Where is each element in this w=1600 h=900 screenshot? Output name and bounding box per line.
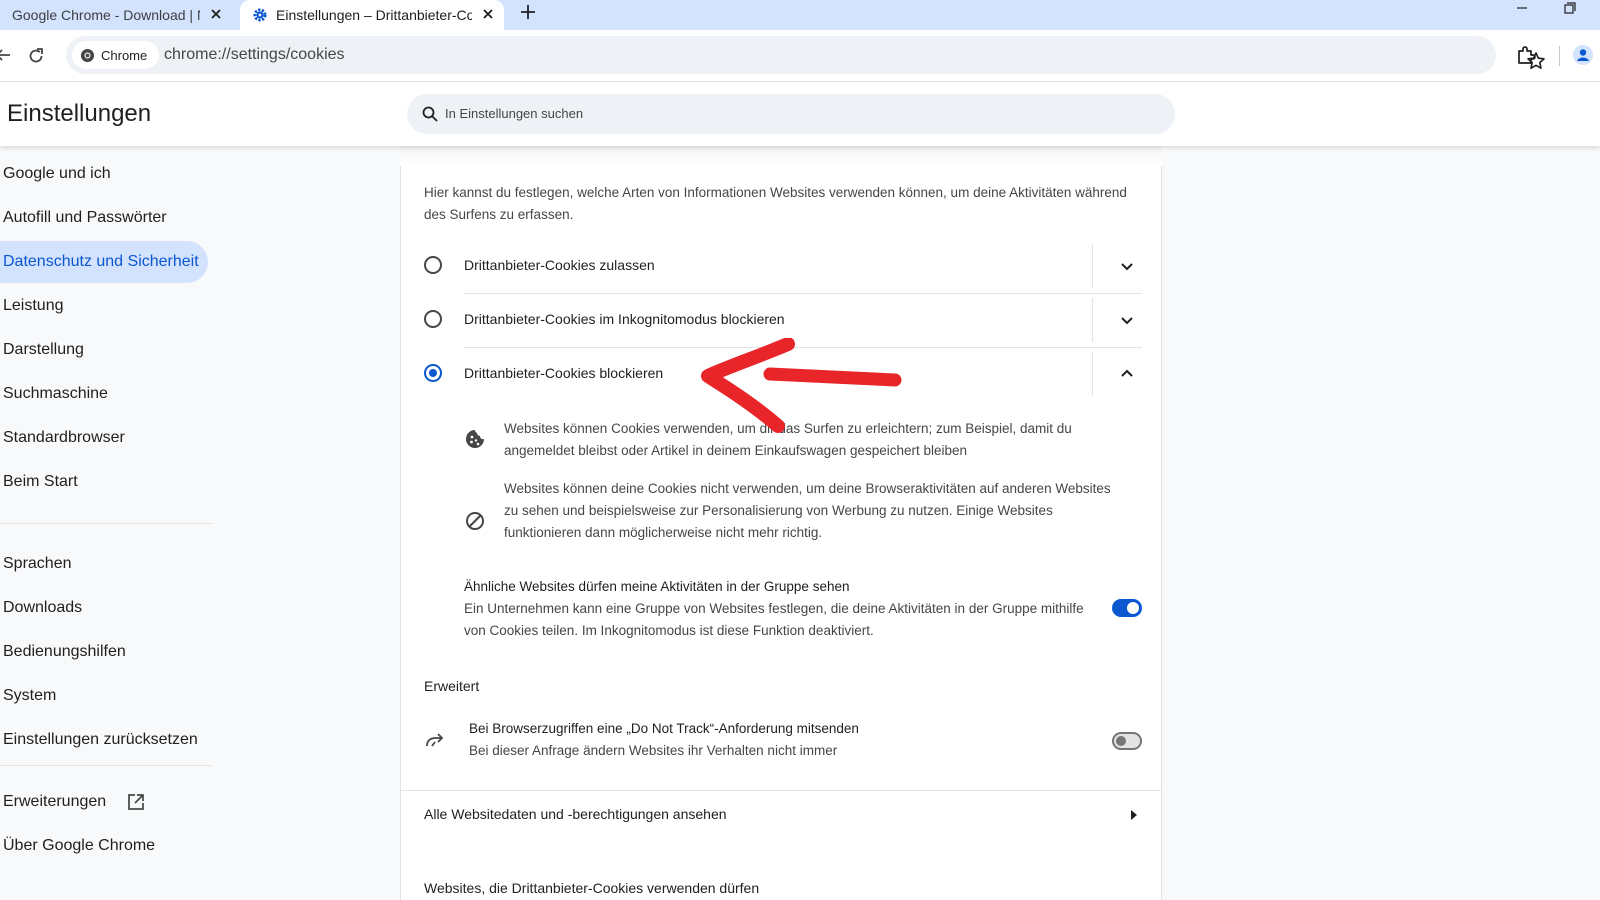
sidebar-item-label: Einstellungen zurücksetzen xyxy=(3,731,198,748)
sidebar-item-reset[interactable]: Einstellungen zurücksetzen xyxy=(0,719,198,761)
annotation-arrow-icon xyxy=(701,338,902,433)
do-not-track-toggle[interactable] xyxy=(1112,732,1142,750)
sidebar-item-label: Downloads xyxy=(3,599,83,616)
search-icon xyxy=(422,106,438,122)
chevron-up-icon[interactable] xyxy=(1118,365,1136,383)
sidebar-item-label: Leistung xyxy=(3,297,64,314)
related-sites-setting: Ähnliche Websites dürfen meine Aktivität… xyxy=(464,576,1114,642)
sidebar-item-label: Datenschutz und Sicherheit xyxy=(3,253,199,270)
sidebar-item-label: Sprachen xyxy=(3,555,72,572)
allowed-sites-heading: Websites, die Drittanbieter-Cookies verw… xyxy=(424,880,760,896)
radio-button[interactable] xyxy=(424,256,442,274)
sidebar-item-downloads[interactable]: Downloads xyxy=(0,587,82,629)
chrome-icon xyxy=(80,48,95,62)
page-title: Einstellungen xyxy=(7,100,152,127)
sidebar-item-label: Beim Start xyxy=(3,473,78,490)
tab-settings-cookies[interactable]: Einstellungen – Drittanbieter-Cookies xyxy=(240,0,504,30)
detail-text: Websites können deine Cookies nicht verw… xyxy=(504,481,1111,540)
advanced-heading: Erweitert xyxy=(424,678,480,694)
card-scroll-shadow xyxy=(400,146,1162,166)
back-arrow-icon[interactable] xyxy=(0,46,12,64)
sidebar-item-label: Suchmaschine xyxy=(3,385,108,402)
sidebar-item-default-browser[interactable]: Standardbrowser xyxy=(0,417,125,459)
plus-icon[interactable] xyxy=(516,0,540,24)
chevron-down-icon[interactable] xyxy=(1118,257,1136,275)
sidebar-item-languages[interactable]: Sprachen xyxy=(0,543,72,585)
close-icon[interactable] xyxy=(208,6,224,22)
toolbar-divider xyxy=(1559,46,1560,66)
search-placeholder: In Einstellungen suchen xyxy=(445,106,584,121)
card-divider xyxy=(400,790,1162,791)
tab-title: Einstellungen – Drittanbieter-Cookies xyxy=(276,7,472,23)
radio-label: Drittanbieter-Cookies im Inkognitomodus … xyxy=(464,311,785,327)
tab-chrome-download[interactable]: Google Chrome - Download | N xyxy=(0,0,232,30)
sidebar-item-label: System xyxy=(3,687,57,704)
sidebar-item-google[interactable]: Google und ich xyxy=(0,153,111,195)
browser-toolbar: Chrome chrome://settings/cookies xyxy=(0,30,1600,82)
settings-header: Einstellungen In Einstellungen suchen xyxy=(0,82,1600,146)
sidebar-item-autofill[interactable]: Autofill und Passwörter xyxy=(0,197,167,239)
sidebar-item-performance[interactable]: Leistung xyxy=(0,285,64,327)
radio-allow-third-party-cookies[interactable]: Drittanbieter-Cookies zulassen xyxy=(424,240,1142,294)
settings-search-input[interactable]: In Einstellungen suchen xyxy=(407,94,1175,134)
external-link-icon xyxy=(128,794,145,810)
tab-strip: Google Chrome - Download | N Einstellung… xyxy=(0,0,1600,30)
tab-title: Google Chrome - Download | N xyxy=(12,7,200,23)
sidebar-divider xyxy=(0,765,212,766)
sidebar-item-about-chrome[interactable]: Über Google Chrome xyxy=(0,825,155,867)
address-bar[interactable]: Chrome chrome://settings/cookies xyxy=(66,36,1545,74)
setting-title: Ähnliche Websites dürfen meine Aktivität… xyxy=(464,579,850,594)
sidebar-item-extensions[interactable]: Erweiterungen xyxy=(0,781,146,823)
radio-button-checked[interactable] xyxy=(424,364,442,382)
extensions-puzzle-icon[interactable] xyxy=(1515,44,1537,66)
toggle-knob xyxy=(1127,602,1139,614)
toggle-knob xyxy=(1116,736,1126,746)
profile-avatar-icon[interactable] xyxy=(1572,44,1594,66)
sidebar-item-label: Autofill und Passwörter xyxy=(3,209,167,226)
sidebar-item-system[interactable]: System xyxy=(0,675,56,717)
cookies-description: Hier kannst du festlegen, welche Arten v… xyxy=(424,185,1127,222)
sidebar-divider xyxy=(0,523,212,524)
arrow-right-icon[interactable] xyxy=(1128,808,1140,822)
all-site-data-link[interactable]: Alle Websitedaten und -berechtigungen an… xyxy=(424,806,727,822)
sidebar-item-label: Google und ich xyxy=(3,165,111,182)
radio-label: Drittanbieter-Cookies blockieren xyxy=(464,365,664,381)
radio-label: Drittanbieter-Cookies zulassen xyxy=(464,257,655,273)
row-divider xyxy=(1092,298,1093,342)
sidebar-item-accessibility[interactable]: Bedienungshilfen xyxy=(0,631,126,673)
close-icon[interactable] xyxy=(480,6,496,22)
row-divider xyxy=(1092,244,1093,288)
site-info-chip[interactable]: Chrome xyxy=(72,41,160,69)
setting-subtitle: Ein Unternehmen kann eine Gruppe von Web… xyxy=(464,601,1084,638)
sidebar-item-on-startup[interactable]: Beim Start xyxy=(0,461,78,503)
sidebar-item-label: Bedienungshilfen xyxy=(3,643,126,660)
reload-icon[interactable] xyxy=(26,46,46,66)
sidebar-item-search-engine[interactable]: Suchmaschine xyxy=(0,373,108,415)
restore-icon[interactable] xyxy=(1560,0,1580,20)
sidebar-item-label: Über Google Chrome xyxy=(3,837,156,854)
do-not-track-setting: Bei Browserzugriffen eine „Do Not Track“… xyxy=(469,718,1089,762)
sidebar-item-appearance[interactable]: Darstellung xyxy=(0,329,84,371)
do-not-track-icon xyxy=(426,733,444,747)
sidebar-item-label: Darstellung xyxy=(3,341,84,358)
row-divider xyxy=(1092,352,1093,396)
chip-label: Chrome xyxy=(101,47,148,63)
radio-button[interactable] xyxy=(424,310,442,328)
setting-subtitle: Bei dieser Anfrage ändern Websites ihr V… xyxy=(469,743,838,758)
sidebar-item-privacy[interactable]: Datenschutz und Sicherheit xyxy=(0,241,208,283)
url-text[interactable]: chrome://settings/cookies xyxy=(164,46,345,64)
block-icon xyxy=(466,512,484,530)
sidebar-item-label: Standardbrowser xyxy=(3,429,125,446)
chevron-down-icon[interactable] xyxy=(1118,311,1136,329)
sidebar-item-label: Erweiterungen xyxy=(3,793,107,810)
related-sites-toggle[interactable] xyxy=(1112,599,1142,617)
settings-sidebar: Google und ich Autofill und Passwörter D… xyxy=(0,146,220,900)
setting-title: Bei Browserzugriffen eine „Do Not Track“… xyxy=(469,721,859,736)
minimize-icon[interactable] xyxy=(1512,0,1532,20)
cookie-icon xyxy=(466,430,484,448)
gear-icon xyxy=(253,8,267,22)
